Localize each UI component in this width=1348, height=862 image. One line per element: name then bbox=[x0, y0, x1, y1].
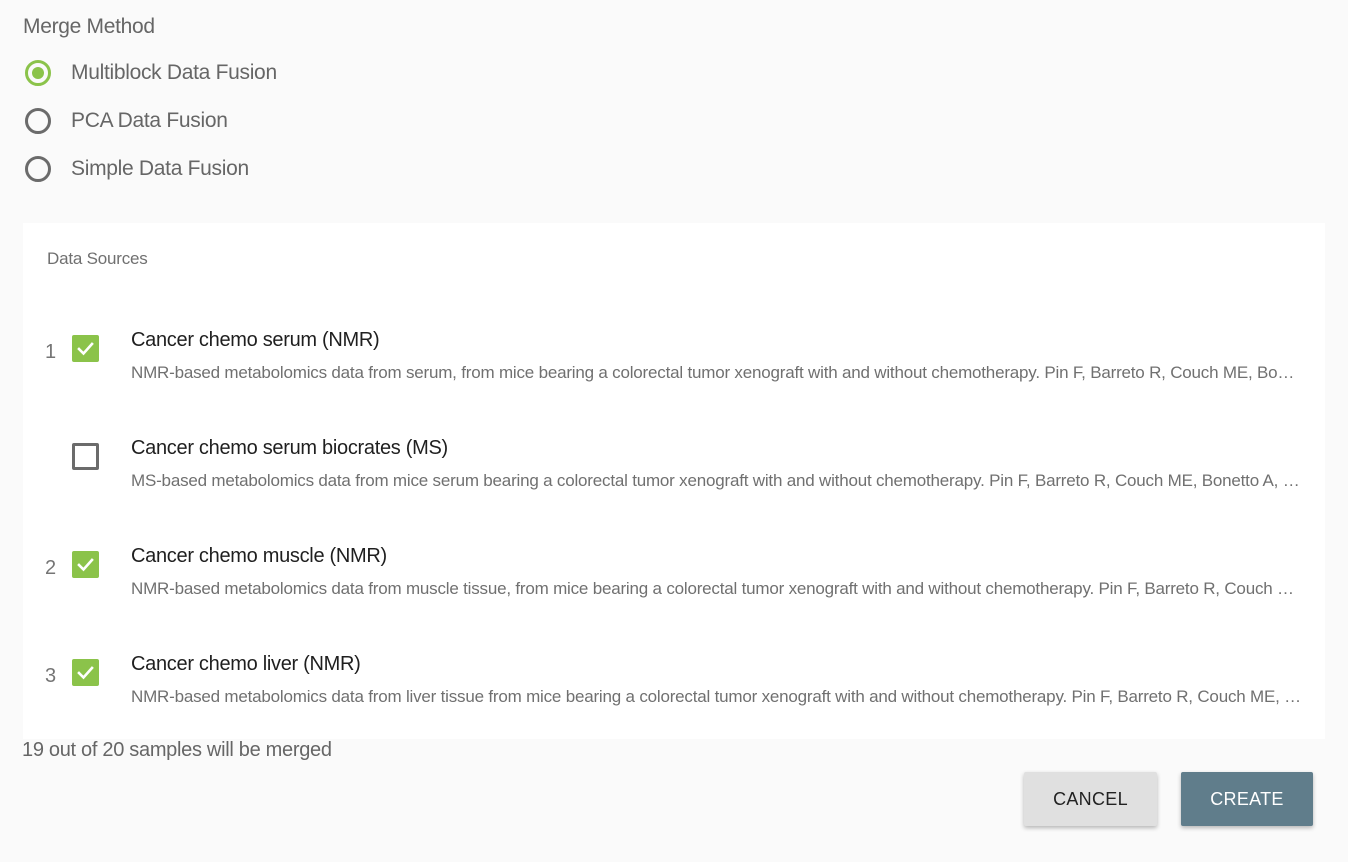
checkmark-icon bbox=[77, 342, 94, 356]
radio-button[interactable] bbox=[25, 108, 51, 134]
source-checkbox-checked[interactable] bbox=[72, 335, 99, 362]
source-description: MS-based metabolomics data from mice ser… bbox=[131, 471, 1303, 490]
radio-label: Multiblock Data Fusion bbox=[71, 61, 277, 84]
source-name: Cancer chemo serum (NMR) bbox=[131, 329, 380, 351]
source-order-index: 3 bbox=[45, 665, 57, 687]
cancel-button[interactable]: CANCEL bbox=[1024, 772, 1157, 826]
radio-multiblock-data-fusion[interactable]: Multiblock Data Fusion bbox=[25, 56, 277, 90]
radio-button[interactable] bbox=[25, 156, 51, 182]
data-source-row: 3 Cancer chemo liver (NMR) NMR-based met… bbox=[23, 645, 1325, 725]
create-button[interactable]: CREATE bbox=[1181, 772, 1313, 826]
data-source-row: 1 Cancer chemo serum (NMR) NMR-based met… bbox=[23, 321, 1325, 401]
merge-summary: 19 out of 20 samples will be merged bbox=[22, 739, 332, 761]
source-checkbox-checked[interactable] bbox=[72, 659, 99, 686]
source-description: NMR-based metabolomics data from serum, … bbox=[131, 363, 1303, 382]
source-name: Cancer chemo muscle (NMR) bbox=[131, 545, 387, 567]
source-checkbox-unchecked[interactable] bbox=[72, 443, 99, 470]
radio-pca-data-fusion[interactable]: PCA Data Fusion bbox=[25, 104, 228, 138]
radio-button-selected[interactable] bbox=[25, 60, 51, 86]
checkmark-icon bbox=[77, 558, 94, 572]
source-order-index: 2 bbox=[45, 557, 57, 579]
data-source-row: Cancer chemo serum biocrates (MS) MS-bas… bbox=[23, 429, 1325, 509]
checkmark-icon bbox=[77, 666, 94, 680]
source-description: NMR-based metabolomics data from muscle … bbox=[131, 579, 1303, 598]
source-order-index: 1 bbox=[45, 341, 57, 363]
data-sources-title: Data Sources bbox=[47, 249, 148, 268]
radio-label: PCA Data Fusion bbox=[71, 109, 228, 132]
data-sources-card: Data Sources 1 Cancer chemo serum (NMR) … bbox=[23, 223, 1325, 739]
source-name: Cancer chemo serum biocrates (MS) bbox=[131, 437, 448, 459]
source-checkbox-checked[interactable] bbox=[72, 551, 99, 578]
data-source-row: 2 Cancer chemo muscle (NMR) NMR-based me… bbox=[23, 537, 1325, 617]
source-name: Cancer chemo liver (NMR) bbox=[131, 653, 361, 675]
radio-label: Simple Data Fusion bbox=[71, 157, 249, 180]
merge-method-label: Merge Method bbox=[23, 15, 155, 38]
radio-simple-data-fusion[interactable]: Simple Data Fusion bbox=[25, 152, 249, 186]
source-description: NMR-based metabolomics data from liver t… bbox=[131, 687, 1303, 706]
